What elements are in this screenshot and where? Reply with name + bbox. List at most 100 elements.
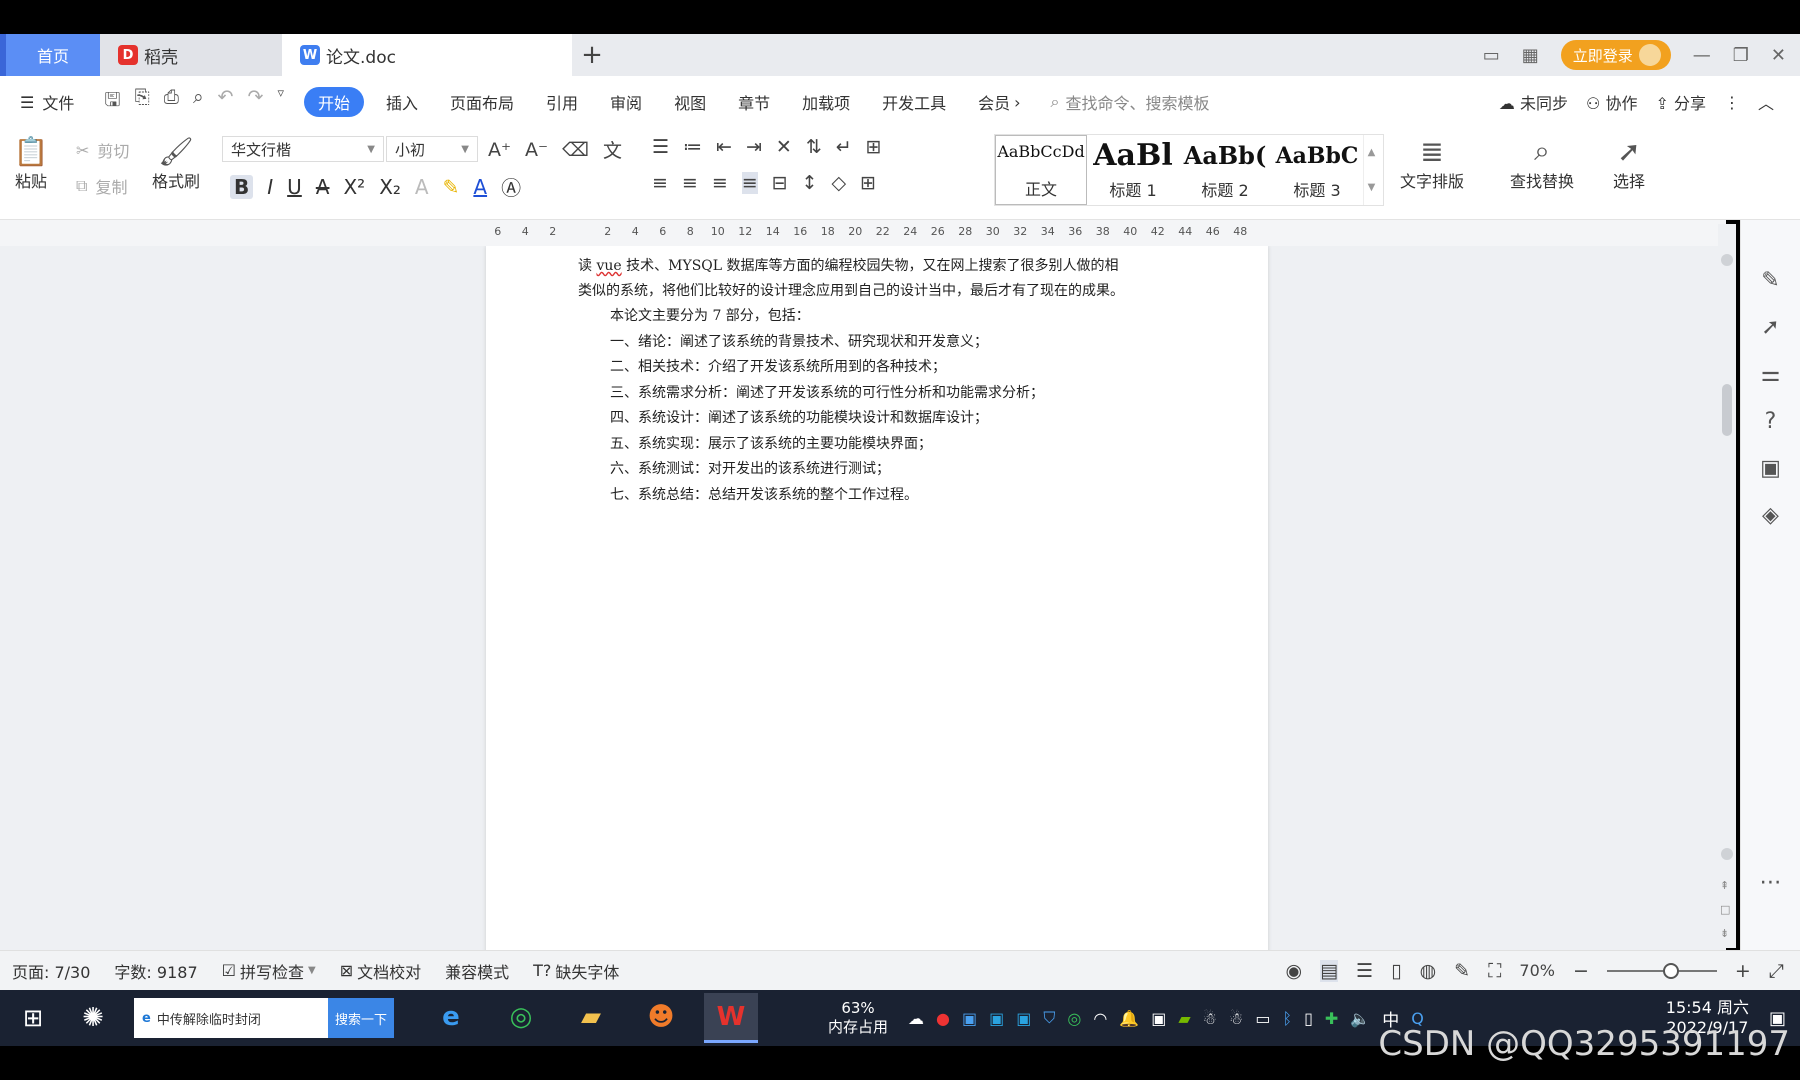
subscript-icon[interactable]: X₂: [379, 175, 401, 199]
font-size-select[interactable]: 小初 ▼: [386, 136, 478, 162]
tab-document[interactable]: W 论文.doc: [282, 34, 572, 76]
tab-insert[interactable]: 插入: [370, 87, 434, 117]
copy-button[interactable]: ⧉ 复制: [76, 174, 127, 198]
qq-icon[interactable]: ☃: [1203, 1009, 1217, 1028]
text-layout-button[interactable]: ≣ 文字排版: [1400, 134, 1464, 192]
style-normal[interactable]: AaBbCcDd 正文: [995, 135, 1087, 205]
web-view-icon[interactable]: ◍: [1420, 960, 1437, 982]
nvidia-icon[interactable]: ▰: [1178, 1009, 1190, 1028]
taskbar-search-input[interactable]: e 中传解除临时封闭: [134, 998, 328, 1038]
customize-icon[interactable]: ▿: [277, 86, 284, 118]
strikethrough-icon[interactable]: A: [316, 175, 330, 199]
scroll-up-button[interactable]: [1721, 254, 1733, 266]
tray-app-icon[interactable]: ✚: [1325, 1009, 1338, 1028]
chinese-layout-icon[interactable]: ✕: [776, 136, 792, 158]
sort-icon[interactable]: ⇅: [806, 136, 822, 158]
share-button[interactable]: ⇪ 分享: [1655, 90, 1706, 114]
tab-addins[interactable]: 加载项: [786, 87, 866, 117]
document-page[interactable]: 读 vue 技术、MYSQL 数据库等方面的编程校园失物，又在网上搜索了很多别人…: [486, 246, 1268, 950]
bullet-list-icon[interactable]: ☰: [652, 136, 669, 158]
login-button[interactable]: 立即登录: [1560, 40, 1671, 70]
restore-icon[interactable]: ❐: [1733, 45, 1749, 66]
highlight-icon[interactable]: ✎: [443, 175, 460, 199]
adjust-icon[interactable]: ⚌: [1761, 362, 1781, 387]
missing-font-button[interactable]: T? 缺失字体: [521, 959, 631, 983]
fit-page-icon[interactable]: ⛶: [1488, 960, 1501, 982]
tab-section[interactable]: 章节: [722, 87, 786, 117]
write-mode-icon[interactable]: ✎: [1454, 960, 1470, 982]
zoom-in-icon[interactable]: +: [1735, 960, 1751, 982]
tab-view[interactable]: 视图: [658, 87, 722, 117]
file-menu[interactable]: ☰ 文件: [0, 87, 90, 117]
read-view-icon[interactable]: ▯: [1391, 960, 1401, 982]
more-tabs-button[interactable]: ›: [1014, 93, 1020, 112]
minimize-icon[interactable]: —: [1693, 45, 1711, 66]
style-heading-1[interactable]: AaBl 标题 1: [1087, 135, 1179, 205]
new-tab-button[interactable]: +: [572, 34, 612, 76]
decrease-indent-icon[interactable]: ⇤: [716, 136, 732, 158]
scroll-thumb[interactable]: [1722, 384, 1732, 436]
page-indicator[interactable]: 页面: 7/30: [0, 959, 102, 983]
paste-button[interactable]: 📋 粘贴: [14, 134, 49, 192]
print-icon[interactable]: ⎙: [164, 86, 179, 118]
page-view-icon[interactable]: ▤: [1320, 959, 1339, 982]
style-gallery-scroll[interactable]: ▲ ▼: [1363, 135, 1379, 205]
text-effect-icon[interactable]: A: [415, 175, 429, 199]
select-button[interactable]: ➚ 选择: [1612, 134, 1646, 192]
proofread-button[interactable]: ⊠ 文档校对: [328, 959, 433, 983]
superscript-icon[interactable]: X²: [343, 175, 365, 199]
taskbar-search[interactable]: e 中传解除临时封闭 搜索一下: [134, 998, 394, 1038]
style-heading-3[interactable]: AaBbC 标题 3: [1271, 135, 1363, 205]
more-icon[interactable]: ⋯: [1760, 870, 1782, 895]
bluetooth-icon[interactable]: ᛒ: [1282, 1009, 1292, 1028]
shield-icon[interactable]: ⛉: [1043, 1008, 1055, 1028]
tray-app-icon[interactable]: ▣: [1016, 1009, 1031, 1028]
tab-member[interactable]: 会员: [962, 87, 1014, 117]
help-icon[interactable]: ?: [1765, 409, 1777, 434]
align-right-icon[interactable]: ≡: [712, 172, 728, 194]
underline-icon[interactable]: U: [287, 175, 302, 199]
shrink-font-icon[interactable]: A⁻: [525, 139, 548, 161]
collab-button[interactable]: ⚇ 协作: [1586, 90, 1637, 114]
weather-icon[interactable]: ☁: [908, 1009, 924, 1028]
more-options-icon[interactable]: ⋮: [1724, 93, 1740, 112]
align-left-icon[interactable]: ≡: [652, 172, 668, 194]
char-border-icon[interactable]: Ⓐ: [501, 172, 521, 201]
phonetic-icon[interactable]: 文: [603, 136, 622, 163]
export-pdf-icon[interactable]: ⎘: [135, 86, 150, 118]
scroll-down-button[interactable]: [1721, 848, 1733, 860]
tray-app-icon[interactable]: ◎: [1067, 1009, 1081, 1028]
eye-protection-icon[interactable]: ◉: [1286, 960, 1303, 982]
sync-button[interactable]: ☁ 未同步: [1499, 90, 1568, 114]
increase-indent-icon[interactable]: ⇥: [746, 136, 762, 158]
qq-icon[interactable]: ☃: [1229, 1009, 1243, 1028]
save-icon[interactable]: 🖫: [104, 86, 120, 118]
paragraph-mark-icon[interactable]: ↵: [836, 136, 852, 158]
backup-icon[interactable]: ◈: [1762, 503, 1779, 528]
line-spacing-icon[interactable]: ↕: [802, 172, 818, 194]
tab-home[interactable]: 首页: [0, 34, 100, 76]
usb-icon[interactable]: ▯: [1304, 1009, 1313, 1028]
word-count[interactable]: 字数: 9187: [102, 959, 209, 983]
pen-icon[interactable]: ✎: [1761, 268, 1779, 293]
game-app-icon[interactable]: ☻: [634, 993, 688, 1043]
apps-grid-icon[interactable]: ▦: [1522, 45, 1539, 66]
document-area[interactable]: 读 vue 技术、MYSQL 数据库等方面的编程校园失物，又在网上搜索了很多别人…: [0, 246, 1726, 950]
tab-docer[interactable]: D 稻壳: [100, 34, 282, 76]
taskbar-search-button[interactable]: 搜索一下: [328, 998, 394, 1038]
zoom-level[interactable]: 70%: [1519, 961, 1555, 980]
memory-usage[interactable]: 63% 内存占用: [828, 999, 888, 1037]
align-center-icon[interactable]: ≡: [682, 172, 698, 194]
notification-icon[interactable]: 🔔: [1119, 1009, 1139, 1028]
vertical-scrollbar[interactable]: ⇞ □ ⇟: [1718, 224, 1736, 948]
cut-button[interactable]: ✂ 剪切: [76, 138, 129, 162]
zoom-slider[interactable]: [1606, 962, 1717, 979]
wps-office-icon[interactable]: W: [704, 993, 758, 1043]
distributed-icon[interactable]: ⊟: [772, 172, 788, 194]
reading-mode-icon[interactable]: ▭: [1483, 45, 1500, 66]
tray-app-icon[interactable]: ●: [936, 1009, 950, 1028]
tray-app-icon[interactable]: ▣: [989, 1009, 1004, 1028]
horizontal-ruler[interactable]: 6 4 2 2 4 6 8 10 12 14 16 18 20 22 24 26 28 30 32 34 36 38 40 4…: [0, 220, 1726, 246]
battery-icon[interactable]: ▭: [1255, 1009, 1270, 1028]
font-name-select[interactable]: 华文行楷 ▼: [222, 136, 384, 162]
